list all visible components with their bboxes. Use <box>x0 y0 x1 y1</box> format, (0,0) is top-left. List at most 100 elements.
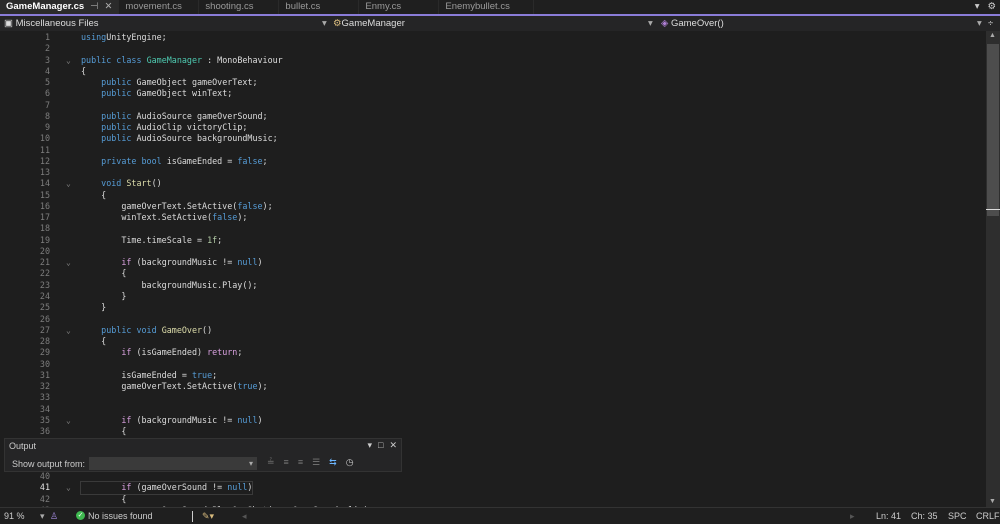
code-line[interactable]: 34 <box>0 404 985 415</box>
vertical-scrollbar[interactable]: ▲ ▼ <box>986 31 1000 507</box>
code-token: ; <box>237 347 243 358</box>
code-line[interactable]: 36 { <box>0 426 985 437</box>
code-line[interactable]: 9 public AudioClip victoryClip; <box>0 122 985 133</box>
clear-all-icon[interactable]: ☰ <box>312 457 320 468</box>
zoom-level[interactable]: 91 % <box>4 508 25 524</box>
code-line[interactable]: 14 ⌄ void Start() <box>0 178 985 189</box>
code-token: AudioSource gameOverSound; <box>131 110 268 121</box>
line-number: 28 <box>39 336 50 347</box>
chevron-down-icon[interactable]: ▾ <box>975 0 980 14</box>
line-number[interactable]: Ln: 41 <box>876 508 901 524</box>
code-line[interactable]: 26 <box>0 314 985 325</box>
code-line[interactable]: 24 } <box>0 291 985 302</box>
code-line[interactable]: 21 ⌄ if (backgroundMusic != null) <box>0 257 985 268</box>
scroll-down-icon[interactable]: ▼ <box>989 498 996 505</box>
column-number[interactable]: Ch: 35 <box>911 508 938 524</box>
chevron-down-icon[interactable]: ▾ <box>40 508 45 524</box>
code-line[interactable]: 40 <box>0 471 985 482</box>
chevron-down-icon[interactable]: ▾ <box>648 16 653 31</box>
tab-enemybullet-cs[interactable]: Enemybullet.cs <box>439 0 535 14</box>
code-line[interactable]: 6 public GameObject winText; <box>0 88 985 99</box>
find-message-icon[interactable]: ≟ <box>267 457 275 468</box>
line-number: 18 <box>39 223 50 234</box>
fold-chevron-icon[interactable]: ⌄ <box>66 482 71 493</box>
code-line[interactable]: 22 { <box>0 268 985 279</box>
line-number: 5 <box>44 77 50 88</box>
code-line[interactable]: 12 private bool isGameEnded = false; <box>0 156 985 167</box>
close-icon[interactable]: ✕ <box>104 0 112 14</box>
pin-icon[interactable]: ⊣ <box>90 0 98 14</box>
code-text: { <box>81 494 126 505</box>
fold-chevron-icon[interactable]: ⌄ <box>66 257 71 268</box>
code-line[interactable]: 13 <box>0 167 985 178</box>
member-dropdown[interactable]: ◈ GameOver() <box>661 16 724 31</box>
code-line[interactable]: 28 { <box>0 336 985 347</box>
code-line[interactable]: 35 ⌄ if (backgroundMusic != null) <box>0 415 985 426</box>
code-line[interactable]: 3 ⌄ public class GameManager : MonoBehavio… <box>0 55 985 66</box>
code-line[interactable]: 18 <box>0 223 985 234</box>
code-line[interactable]: 27 ⌄ public void GameOver() <box>0 325 985 336</box>
project-dropdown[interactable]: ▣ Miscellaneous Files <box>4 16 99 31</box>
code-line[interactable]: 8 public AudioSource gameOverSound; <box>0 111 985 122</box>
tab-enmy-cs[interactable]: Enmy.cs <box>359 0 440 14</box>
fold-chevron-icon[interactable]: ⌄ <box>66 55 71 66</box>
code-text: private bool isGameEnded = false; <box>81 155 268 167</box>
code-editor[interactable]: 1 usingUnityEngine; 2 3 ⌄ public class GameMa… <box>0 31 985 507</box>
issues-status[interactable]: No issues found <box>88 508 153 524</box>
code-line[interactable]: 20 <box>0 246 985 257</box>
indent-mode[interactable]: SPC <box>948 508 967 524</box>
code-line[interactable]: 25 } <box>0 302 985 313</box>
fold-chevron-icon[interactable]: ⌄ <box>66 415 71 426</box>
code-line[interactable]: 4{ <box>0 66 985 77</box>
scroll-up-icon[interactable]: ▲ <box>989 32 996 39</box>
code-line[interactable]: 2 <box>0 43 985 54</box>
output-source-select[interactable]: ▾ <box>89 457 257 470</box>
code-line[interactable]: 19 Time.timeScale = 1f; <box>0 235 985 246</box>
scroll-right-icon[interactable]: ▸ <box>850 508 855 524</box>
code-line[interactable]: 29 if (isGameEnded) return; <box>0 347 985 358</box>
line-ending[interactable]: CRLF <box>976 508 1000 524</box>
chevron-down-icon[interactable]: ▾ <box>977 16 982 31</box>
code-line[interactable]: 16 gameOverText.SetActive(false); <box>0 201 985 212</box>
line-number: 24 <box>39 290 50 301</box>
tab-gamemanager-cs[interactable]: GameManager.cs ⊣ ✕ <box>0 0 120 14</box>
code-line[interactable]: 17 winText.SetActive(false); <box>0 212 985 223</box>
type-dropdown[interactable]: ⚙GameManager <box>333 16 405 31</box>
code-line[interactable]: 42 { <box>0 494 985 505</box>
next-message-icon[interactable]: ≡ <box>298 457 303 468</box>
split-icon[interactable]: ÷ <box>988 16 993 31</box>
gear-icon[interactable]: ⚙ <box>987 0 996 14</box>
code-line[interactable]: 11 <box>0 145 985 156</box>
tab-movement-cs[interactable]: movement.cs <box>119 0 200 14</box>
dropdown-icon[interactable]: ▾ <box>367 440 372 451</box>
code-line[interactable]: 23 backgroundMusic.Play(); <box>0 280 985 291</box>
line-number: 17 <box>39 212 50 223</box>
close-icon[interactable]: ✕ <box>389 440 397 451</box>
chevron-down-icon[interactable]: ▾ <box>322 16 327 31</box>
code-line[interactable]: 31 isGameEnded = true; <box>0 370 985 381</box>
code-cleanup-icon[interactable]: ✎▾ <box>202 508 214 524</box>
fold-chevron-icon[interactable]: ⌄ <box>66 325 71 336</box>
code-line[interactable]: 15 { <box>0 190 985 201</box>
code-token: { <box>81 65 87 76</box>
tab-bullet-cs[interactable]: bullet.cs <box>279 0 360 14</box>
fold-chevron-icon[interactable]: ⌄ <box>66 178 71 189</box>
code-line[interactable]: 33 <box>0 392 985 403</box>
scrollbar-thumb[interactable] <box>987 44 999 216</box>
code-line[interactable]: 32 gameOverText.SetActive(true); <box>0 381 985 392</box>
code-line[interactable]: 30 <box>0 359 985 370</box>
copilot-icon[interactable]: ♙ <box>50 508 58 524</box>
prev-message-icon[interactable]: ≡ <box>284 457 289 468</box>
code-line[interactable]: 41 ⌄ if (gameOverSound != null) <box>0 481 985 495</box>
code-token: ; <box>262 155 268 166</box>
code-line[interactable]: 7 <box>0 100 985 111</box>
code-line[interactable]: 1 usingUnityEngine; <box>0 32 985 43</box>
code-line[interactable]: 5 public GameObject gameOverText; <box>0 77 985 88</box>
tab-shooting-cs[interactable]: shooting.cs <box>199 0 280 14</box>
code-line[interactable]: 10 public AudioSource backgroundMusic; <box>0 133 985 144</box>
scroll-left-icon[interactable]: ◂ <box>242 508 247 524</box>
maximize-icon[interactable]: □ <box>378 440 383 451</box>
word-wrap-icon[interactable]: ⇆ <box>329 457 337 468</box>
timestamp-icon[interactable]: ◷ <box>346 457 354 468</box>
